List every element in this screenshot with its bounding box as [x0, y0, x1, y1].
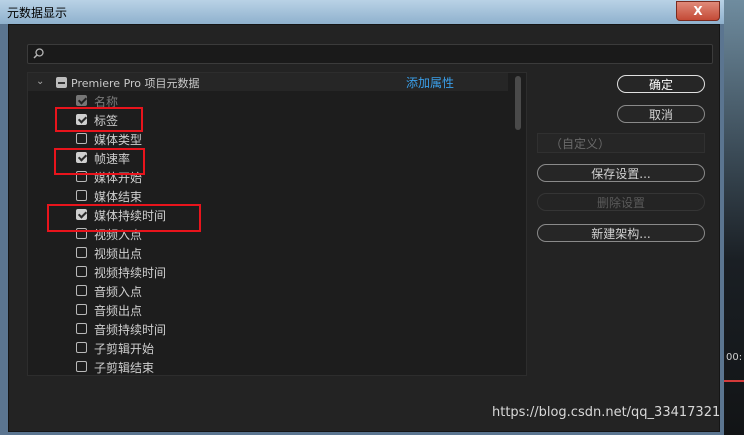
search-icon — [33, 48, 44, 59]
metadata-item-row[interactable]: 媒体类型 — [76, 130, 496, 149]
metadata-item-label: 媒体类型 — [94, 133, 143, 147]
search-box[interactable] — [27, 44, 713, 64]
metadata-item-checkbox[interactable] — [76, 361, 87, 372]
metadata-item-label: 子剪辑结束 — [94, 361, 155, 375]
metadata-item-label: 音频出点 — [94, 304, 143, 318]
highlight-box-framerate — [54, 148, 145, 175]
metadata-item-row[interactable]: 音频持续时间 — [76, 320, 496, 339]
search-input[interactable] — [48, 45, 702, 63]
background-video-area — [724, 0, 744, 435]
preset-select[interactable]: （自定义） — [537, 133, 705, 153]
highlight-box-label — [55, 107, 143, 132]
metadata-item-row[interactable]: 视频出点 — [76, 244, 496, 263]
metadata-display-dialog: ⌄ Premiere Pro 项目元数据 添加属性 名称 标签 媒体类型 帧速率 媒体开… — [8, 24, 720, 432]
metadata-item-label: 媒体结束 — [94, 190, 143, 204]
metadata-item-checkbox[interactable] — [76, 190, 87, 201]
metadata-item-row[interactable]: 子剪辑开始 — [76, 339, 496, 358]
metadata-item-checkbox[interactable] — [76, 266, 87, 277]
close-button[interactable]: X — [676, 1, 720, 21]
metadata-item-row[interactable]: 子剪辑结束 — [76, 358, 496, 375]
group-label: Premiere Pro 项目元数据 — [71, 77, 200, 90]
save-settings-button[interactable]: 保存设置... — [537, 164, 705, 182]
title-bar[interactable]: 元数据显示 X — [0, 0, 724, 25]
ok-button[interactable]: 确定 — [617, 75, 705, 93]
metadata-item-checkbox[interactable] — [76, 323, 87, 334]
metadata-item-checkbox[interactable] — [76, 285, 87, 296]
metadata-item-checkbox — [76, 95, 87, 106]
metadata-item-checkbox[interactable] — [76, 247, 87, 258]
metadata-item-checkbox[interactable] — [76, 342, 87, 353]
tree-group-header[interactable]: ⌄ Premiere Pro 项目元数据 添加属性 — [28, 73, 508, 91]
background-timecode: 00: — [726, 352, 743, 363]
metadata-item-label: 音频持续时间 — [94, 323, 167, 337]
metadata-item-row[interactable]: 视频持续时间 — [76, 263, 496, 282]
metadata-item-label: 子剪辑开始 — [94, 342, 155, 356]
metadata-item-row[interactable]: 音频入点 — [76, 282, 496, 301]
metadata-item-label: 视频出点 — [94, 247, 143, 261]
highlight-box-duration — [47, 204, 201, 232]
group-checkbox-partial[interactable] — [56, 77, 67, 88]
window-title: 元数据显示 — [7, 6, 68, 20]
new-schema-button[interactable]: 新建架构... — [537, 224, 705, 242]
watermark: https://blog.csdn.net/qq_33417321 — [492, 405, 721, 420]
metadata-item-label: 音频入点 — [94, 285, 143, 299]
scrollbar-thumb[interactable] — [515, 76, 521, 130]
metadata-item-checkbox[interactable] — [76, 133, 87, 144]
metadata-item-checkbox[interactable] — [76, 304, 87, 315]
add-property-link[interactable]: 添加属性 — [406, 74, 454, 91]
metadata-item-label: 视频持续时间 — [94, 266, 167, 280]
cancel-button[interactable]: 取消 — [617, 105, 705, 123]
metadata-item-row[interactable]: 音频出点 — [76, 301, 496, 320]
chevron-down-icon[interactable]: ⌄ — [36, 76, 44, 87]
background-playhead-line — [724, 380, 744, 382]
delete-settings-button: 删除设置 — [537, 193, 705, 211]
